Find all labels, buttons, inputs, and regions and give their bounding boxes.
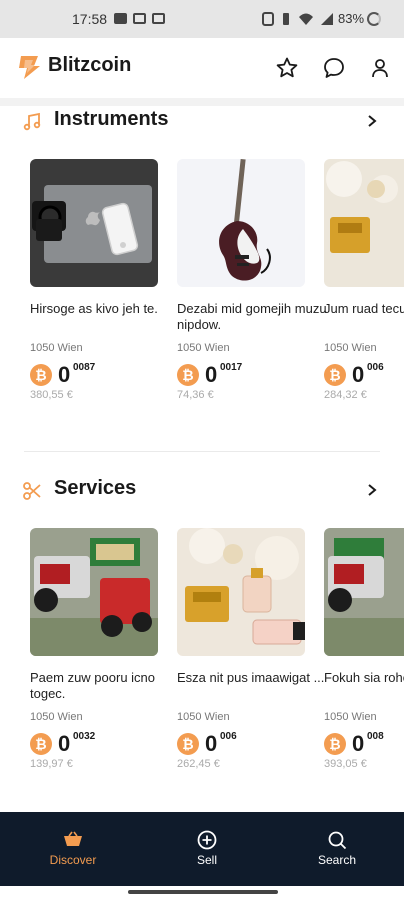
price-decimals: 006 [367, 362, 384, 373]
bitcoin-icon: ₿ [177, 364, 199, 386]
logo-icon [19, 56, 40, 79]
bitcoin-icon: ₿ [177, 733, 199, 755]
window-icon [133, 13, 146, 24]
chevron-right-icon[interactable] [366, 114, 378, 128]
listing-image [177, 159, 305, 287]
price-decimals: 006 [220, 731, 237, 742]
listing-image [30, 528, 158, 656]
basket-icon [64, 831, 82, 846]
image-icon [152, 13, 165, 24]
listing-title: Paem zuw pooru icno togec. [30, 670, 156, 701]
listing-price-eur: 139,97 € [30, 758, 73, 770]
battery-icon [367, 12, 381, 26]
listing-price-eur: 284,32 € [324, 389, 367, 401]
home-gesture-bar[interactable] [128, 890, 278, 894]
music-note-icon [23, 112, 41, 131]
bitcoin-icon: ₿ [324, 364, 346, 386]
listing-location: 1050 Wien [30, 711, 83, 723]
section-divider [24, 451, 380, 452]
price-value: 0 [58, 731, 71, 756]
signal-icon [321, 13, 333, 25]
listing-card[interactable]: Hirsoge as kivo jeh te. 1050 Wien ₿ 0 00… [30, 159, 158, 409]
nav-item-search[interactable]: Search [287, 812, 387, 886]
nfc-icon [262, 12, 274, 26]
listing-title: Dezabi mid gomejih muzu nipdow. [177, 301, 327, 332]
youtube-icon [114, 13, 127, 24]
listing-price-eur: 262,45 € [177, 758, 220, 770]
chevron-right-icon[interactable] [366, 483, 378, 497]
listing-title: Esza nit pus imaawigat ... [177, 670, 325, 685]
listing-image [177, 528, 305, 656]
nav-item-discover[interactable]: Discover [23, 812, 123, 886]
price-value: 0 [205, 362, 218, 387]
listing-card[interactable]: Paem zuw pooru icno togec. 1050 Wien ₿ 0… [30, 528, 158, 778]
price-decimals: 008 [367, 731, 384, 742]
price-value: 0 [352, 731, 365, 756]
listing-carousel[interactable]: Paem zuw pooru icno togec. 1050 Wien ₿ 0… [30, 528, 404, 788]
price-decimals: 0087 [73, 362, 96, 373]
listing-title: Hirsoge as kivo jeh te. [30, 301, 158, 316]
listing-card[interactable]: Dezabi mid gomejih muzu nipdow. 1050 Wie… [177, 159, 327, 409]
nav-label: Sell [196, 853, 217, 867]
listing-price-eur: 74,36 € [177, 389, 214, 401]
listing-title: Fokuh sia rohejiwu s [324, 670, 404, 685]
profile-icon[interactable] [368, 56, 392, 80]
listing-image [324, 528, 404, 656]
bitcoin-icon: ₿ [30, 733, 52, 755]
listing-carousel[interactable]: Hirsoge as kivo jeh te. 1050 Wien ₿ 0 00… [30, 159, 404, 419]
price-value: 0 [352, 362, 365, 387]
nav-label: Discover [49, 853, 97, 867]
section-header[interactable]: Instruments [0, 108, 404, 138]
wifi-icon [299, 13, 313, 25]
status-time: 17:58 [72, 11, 108, 27]
nav-label: Search [317, 853, 357, 867]
listing-price-eur: 393,05 € [324, 758, 367, 770]
price-decimals: 0032 [73, 731, 96, 742]
listing-card[interactable]: Jum ruad tecur. 1050 Wien ₿ 0 006 284,32… [324, 159, 404, 409]
system-icons [262, 12, 334, 26]
listing-image [324, 159, 404, 287]
plus-circle-icon [197, 830, 217, 850]
header-divider [0, 98, 404, 106]
bitcoin-icon: ₿ [324, 733, 346, 755]
listing-location: 1050 Wien [324, 711, 377, 723]
listing-card[interactable]: Fokuh sia rohejiwu s 1050 Wien ₿ 0 008 3… [324, 528, 404, 778]
price-value: 0 [205, 731, 218, 756]
scissors-icon [23, 482, 41, 500]
gesture-area [0, 886, 404, 900]
price-value: 0 [58, 362, 71, 387]
listing-location: 1050 Wien [324, 342, 377, 354]
listing-location: 1050 Wien [177, 711, 230, 723]
listing-location: 1050 Wien [177, 342, 230, 354]
listing-price-eur: 380,55 € [30, 389, 73, 401]
listing-image [30, 159, 158, 287]
app-header: Blitzcoin [0, 38, 404, 98]
bitcoin-icon: ₿ [30, 364, 52, 386]
chat-icon[interactable] [322, 56, 346, 80]
listing-title: Jum ruad tecur. [324, 301, 404, 316]
listing-card[interactable]: Esza nit pus imaawigat ... 1050 Wien ₿ 0… [177, 528, 324, 778]
section-title: Services [54, 477, 137, 499]
bottom-nav: Discover Sell Search [0, 812, 404, 886]
status-bar: 17:58 83% [0, 0, 404, 38]
section-title: Instruments [54, 108, 169, 130]
battery-percent: 83% [338, 11, 365, 26]
notification-icons [114, 13, 165, 24]
listing-location: 1050 Wien [30, 342, 83, 354]
nav-item-sell[interactable]: Sell [157, 812, 257, 886]
price-decimals: 0017 [220, 362, 243, 373]
search-icon [328, 831, 347, 850]
vibrate-icon [283, 13, 289, 25]
star-icon[interactable] [275, 56, 299, 80]
app-title: Blitzcoin [48, 54, 132, 76]
section-header[interactable]: Services [0, 477, 404, 507]
